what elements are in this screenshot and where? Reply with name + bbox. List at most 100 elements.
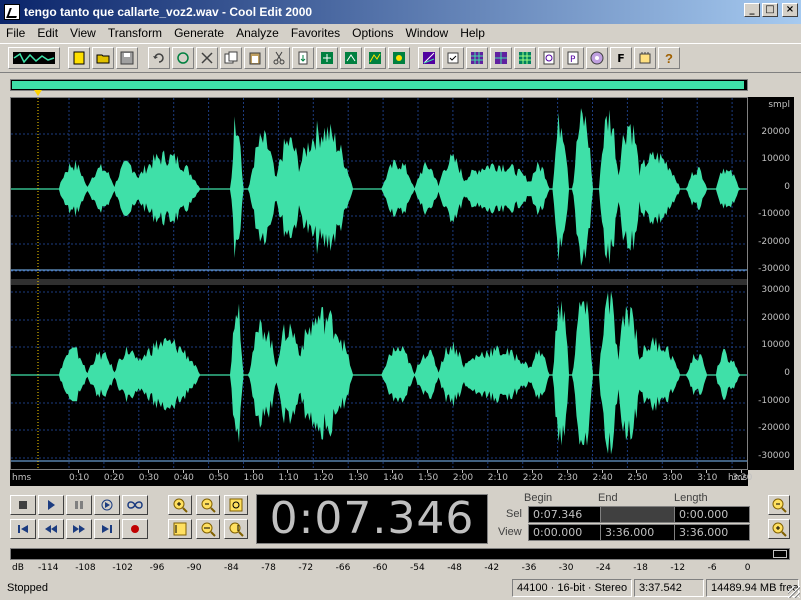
play-to-end-button[interactable] <box>94 495 120 515</box>
zoom-in-full-button[interactable] <box>168 495 192 515</box>
menu-generate[interactable]: Generate <box>174 26 224 40</box>
pause-icon <box>75 501 83 509</box>
undo-button[interactable] <box>148 47 170 69</box>
trim-button[interactable] <box>340 47 362 69</box>
waveform-canvas[interactable] <box>11 98 747 469</box>
sel-length-field[interactable]: 0:00.000 <box>674 506 750 523</box>
zoom-to-selection-button[interactable] <box>224 495 248 515</box>
menu-transform[interactable]: Transform <box>108 26 162 40</box>
app-window: tengo tanto que callarte_voz2.wav - Cool… <box>0 0 801 600</box>
stop-button[interactable] <box>10 495 36 515</box>
time-label: 3:10 <box>697 473 718 483</box>
fast-forward-button[interactable] <box>66 519 92 539</box>
time-label: 2:40 <box>592 473 613 483</box>
copy-button[interactable] <box>220 47 242 69</box>
db-label: -36 <box>521 563 537 573</box>
zoom-in-vertical-button[interactable] <box>768 495 790 515</box>
rewind-button[interactable] <box>38 519 64 539</box>
time-label: 2:20 <box>522 473 543 483</box>
db-label: -30 <box>558 563 574 573</box>
view-end-field[interactable]: 3:36.000 <box>600 524 676 541</box>
envelope-button[interactable] <box>364 47 386 69</box>
close-button[interactable]: × <box>782 3 798 17</box>
stop-icon <box>19 501 27 509</box>
mode-toggle-button[interactable] <box>8 47 60 69</box>
view-length-field[interactable]: 3:36.000 <box>674 524 750 541</box>
channel-divider <box>11 279 747 285</box>
zoom-out-full-button[interactable] <box>196 519 220 539</box>
scissors-button[interactable] <box>268 47 290 69</box>
amplitude-tick: -10000 <box>758 209 790 219</box>
app-icon[interactable] <box>4 4 20 20</box>
resize-grip[interactable] <box>788 586 800 598</box>
menu-favorites[interactable]: Favorites <box>291 26 340 40</box>
left-channel-waveform[interactable] <box>11 108 746 266</box>
grid2-button[interactable] <box>490 47 512 69</box>
time-ruler: hms hms 0:10 0:20 0:30 0:40 0:50 1:00 1:10 1:20… <box>10 470 752 486</box>
db-label: -12 <box>670 563 686 573</box>
analyze-button[interactable] <box>418 47 440 69</box>
menu-help[interactable]: Help <box>460 26 485 40</box>
grid3-button[interactable] <box>514 47 536 69</box>
record-button[interactable] <box>122 519 148 539</box>
window-controls: _ □ × <box>744 3 798 17</box>
overview-bar[interactable] <box>10 79 748 91</box>
frequency-button[interactable] <box>538 47 560 69</box>
f-button[interactable]: F <box>610 47 632 69</box>
zoom-out-vertical-button[interactable] <box>768 519 790 539</box>
maximize-button[interactable]: □ <box>762 3 778 17</box>
view-label: View <box>498 526 522 538</box>
save-icon <box>120 51 134 65</box>
menu-view[interactable]: View <box>70 26 96 40</box>
sel-begin-field[interactable]: 0:07.346 <box>528 506 604 523</box>
f-label-icon: F <box>617 51 625 65</box>
help-button[interactable]: ? <box>658 47 680 69</box>
time-label: 1:10 <box>278 473 299 483</box>
check-button[interactable] <box>442 47 464 69</box>
play-to-end-icon <box>101 499 113 511</box>
minimize-button[interactable]: _ <box>744 3 760 17</box>
loop-play-button[interactable] <box>122 495 148 515</box>
menu-analyze[interactable]: Analyze <box>236 26 279 40</box>
sel-end-field[interactable] <box>600 506 676 523</box>
cursor-marker[interactable] <box>34 90 42 96</box>
menu-window[interactable]: Window <box>406 26 449 40</box>
loop-icon <box>177 52 189 64</box>
overview-range[interactable] <box>12 81 744 89</box>
zoom-out-button[interactable] <box>196 495 220 515</box>
new-button[interactable] <box>68 47 90 69</box>
paste-special-icon <box>298 51 308 65</box>
window-title: tengo tanto que callarte_voz2.wav - Cool… <box>24 5 313 19</box>
play-button[interactable] <box>38 495 64 515</box>
cut-button[interactable] <box>196 47 218 69</box>
paste-button[interactable] <box>244 47 266 69</box>
hand-icon <box>639 52 651 64</box>
waveform-display[interactable] <box>10 97 748 470</box>
menu-file[interactable]: File <box>6 26 25 40</box>
mix-paste-button[interactable] <box>316 47 338 69</box>
hand-button[interactable] <box>634 47 656 69</box>
time-ruler-unit-left: hms <box>12 473 32 483</box>
open-button[interactable] <box>92 47 114 69</box>
grid-icon <box>471 52 483 64</box>
menu-options[interactable]: Options <box>352 26 393 40</box>
pause-button[interactable] <box>66 495 92 515</box>
pitch-button[interactable]: P <box>562 47 584 69</box>
zoom-out-vertical-icon <box>772 522 787 537</box>
loop-icon <box>127 501 143 509</box>
save-button[interactable] <box>116 47 138 69</box>
cd-button[interactable] <box>586 47 608 69</box>
grid1-button[interactable] <box>466 47 488 69</box>
zoom-to-right-button[interactable] <box>224 519 248 539</box>
envelope2-button[interactable] <box>388 47 410 69</box>
menu-edit[interactable]: Edit <box>37 26 58 40</box>
zoom-to-left-button[interactable] <box>168 519 192 539</box>
paste-special-button[interactable] <box>292 47 314 69</box>
envelope-icon <box>369 52 381 64</box>
loop-button[interactable] <box>172 47 194 69</box>
time-label: 0:50 <box>208 473 229 483</box>
view-begin-field[interactable]: 0:00.000 <box>528 524 604 541</box>
amplitude-tick: -20000 <box>758 237 790 247</box>
go-to-end-button[interactable] <box>94 519 120 539</box>
go-to-start-button[interactable] <box>10 519 36 539</box>
